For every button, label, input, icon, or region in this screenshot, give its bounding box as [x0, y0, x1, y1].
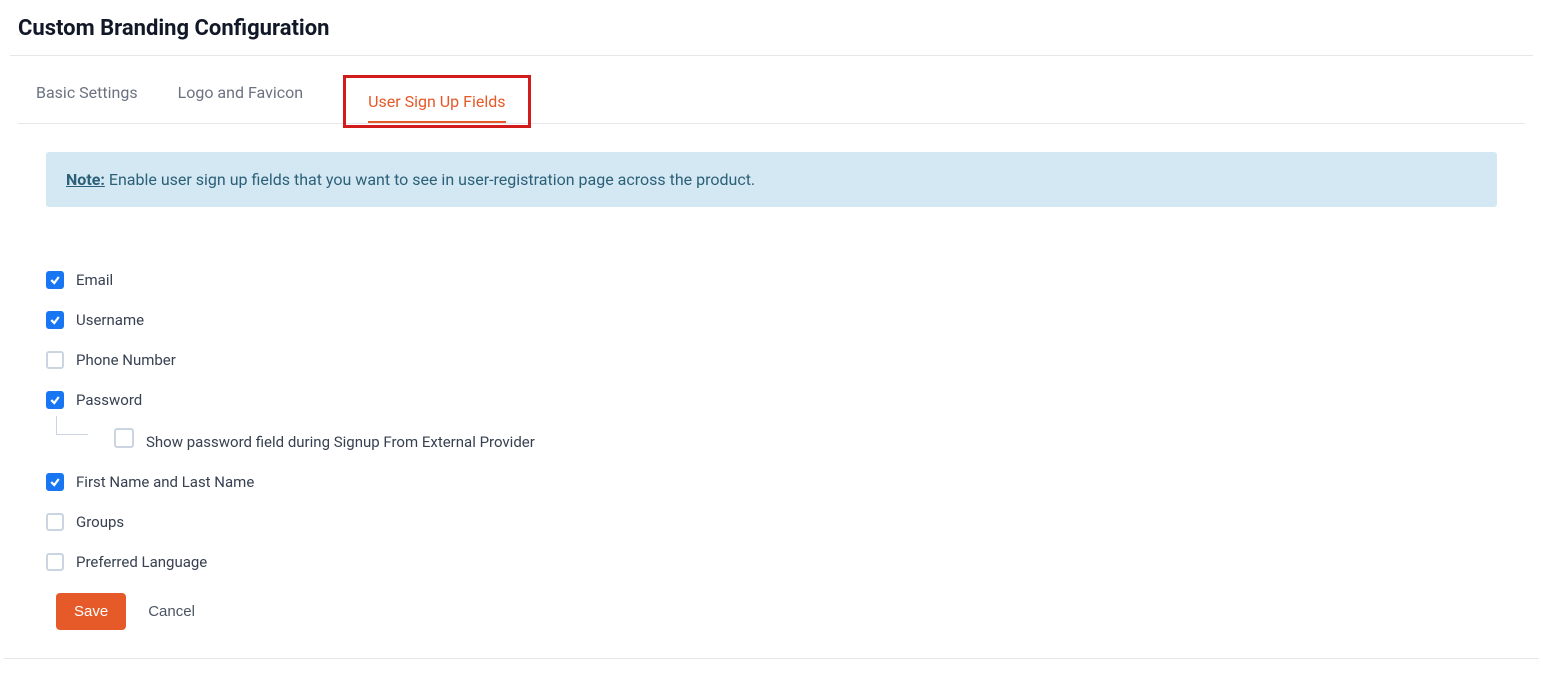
tabs: Basic Settings Logo and Favicon User Sig… [18, 56, 1525, 124]
cancel-button[interactable]: Cancel [148, 593, 195, 630]
field-row-phone: Phone Number [46, 351, 1497, 369]
checkbox-username[interactable] [46, 311, 64, 329]
note-label: Note: [66, 170, 105, 189]
checkbox-phone[interactable] [46, 351, 64, 369]
checkbox-password-external[interactable] [114, 428, 134, 448]
field-row-email: Email [46, 271, 1497, 289]
field-row-language: Preferred Language [46, 553, 1497, 571]
field-label-language: Preferred Language [76, 553, 207, 571]
note-text: Enable user sign up fields that you want… [109, 170, 755, 189]
check-icon [49, 314, 61, 326]
checkbox-name[interactable] [46, 473, 64, 491]
content-area: Note: Enable user sign up fields that yo… [0, 124, 1543, 648]
field-label-username: Username [76, 311, 144, 329]
actions: Save Cancel [46, 593, 1497, 630]
field-row-password-external: Show password field during Signup From E… [46, 425, 1497, 451]
checkbox-password[interactable] [46, 391, 64, 409]
page-title: Custom Branding Configuration [0, 10, 1543, 55]
checkbox-language[interactable] [46, 553, 64, 571]
checkbox-groups[interactable] [46, 513, 64, 531]
field-row-username: Username [46, 311, 1497, 329]
field-row-name: First Name and Last Name [46, 473, 1497, 491]
field-label-groups: Groups [76, 513, 124, 531]
field-label-phone: Phone Number [76, 351, 176, 369]
tab-label: User Sign Up Fields [368, 92, 505, 123]
nest-connector [56, 426, 96, 450]
save-button[interactable]: Save [56, 593, 126, 630]
field-label-password: Password [76, 391, 142, 409]
divider-bottom [4, 658, 1539, 659]
field-label-name: First Name and Last Name [76, 473, 254, 491]
check-icon [49, 394, 61, 406]
check-icon [49, 476, 61, 488]
field-row-password: Password [46, 391, 1497, 409]
field-label-password-external: Show password field during Signup From E… [146, 425, 535, 451]
tab-basic-settings[interactable]: Basic Settings [36, 83, 138, 116]
note-callout: Note: Enable user sign up fields that yo… [46, 152, 1497, 207]
tab-user-signup-fields[interactable]: User Sign Up Fields [343, 75, 530, 128]
field-row-groups: Groups [46, 513, 1497, 531]
field-label-email: Email [76, 271, 113, 289]
checkbox-email[interactable] [46, 271, 64, 289]
check-icon [49, 274, 61, 286]
tab-logo-favicon[interactable]: Logo and Favicon [178, 83, 304, 116]
signup-fields-list: Email Username Phone Number Password [46, 271, 1497, 571]
